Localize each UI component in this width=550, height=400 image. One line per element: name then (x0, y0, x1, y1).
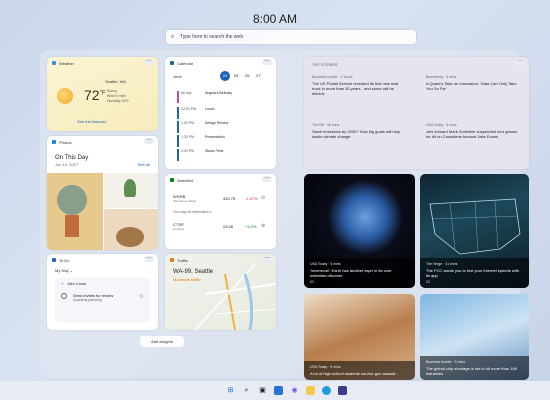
temperature: 72°F (84, 87, 106, 103)
widget-title: To Do (59, 258, 70, 263)
more-options-button[interactable]: … (144, 57, 154, 65)
news-card[interactable]: USA Today · 5 mins A lot of high school s… (304, 294, 415, 380)
calendar-days: 24 25 26 27 (220, 71, 263, 81)
weather-widget[interactable]: Weather … Seattle, WA 72°F Sunny Wind 5 mp… (47, 57, 158, 131)
start-icon[interactable]: ⊞ (226, 386, 235, 395)
traffic-location: WA-99, Seattle (173, 269, 214, 275)
story-item[interactable]: Business Insider · 2 hours The US Postal … (312, 75, 407, 96)
news-card[interactable]: The Verge · 41 mins The FCC wants you to … (420, 174, 529, 288)
reactions-count: 63 (310, 280, 314, 284)
search-icon: ⌕ (171, 34, 175, 40)
more-options-button[interactable]: … (144, 254, 154, 262)
photos-date: Jun 14, 2017 (55, 162, 79, 167)
task-list: + Add a task Send invites for review Quar… (55, 278, 150, 322)
file-explorer-icon[interactable] (306, 386, 315, 395)
sun-icon (57, 88, 73, 104)
weather-detail: Sunny Wind 5 mph Humidity 42% (107, 89, 129, 103)
more-options-button[interactable]: … (262, 254, 272, 262)
more-options-button[interactable]: … (144, 136, 154, 144)
todo-widget[interactable]: To Do … My Day ⌄ + Add a task Send invites… (47, 254, 158, 330)
chat-icon[interactable]: ◉ (290, 386, 299, 395)
photos-widget[interactable]: Photos … On This Day Jun 14, 2017 See all (47, 136, 158, 250)
story-item[interactable]: Bloomberg · 3 mins A Quant's Take on Inno… (426, 75, 521, 91)
weather-icon (52, 61, 56, 65)
calendar-event[interactable]: 1:00 PM Design Review (177, 121, 267, 135)
day[interactable]: 27 (253, 73, 263, 78)
search-icon[interactable]: ⌕ (242, 386, 251, 395)
store-icon[interactable] (338, 386, 347, 395)
traffic-status: Moderate traffic (173, 277, 201, 282)
search-placeholder: Type here to search the web (180, 34, 244, 40)
calendar-month: June (173, 74, 182, 79)
add-task-button[interactable]: + Add a task (61, 281, 86, 286)
star-icon[interactable]: ☆ (139, 293, 144, 300)
photo-thumbnail[interactable] (47, 173, 103, 250)
reactions-count: 22 (426, 280, 430, 284)
news-card[interactable]: Business Insider · 9 mins The global chip… (420, 294, 529, 380)
more-options-button[interactable]: … (515, 57, 525, 65)
day[interactable]: 25 (231, 73, 241, 78)
stock-row[interactable]: CTSP Contoso 23.08 +3.2% ⊕ (173, 222, 269, 232)
widget-title: Traffic (177, 258, 188, 263)
widget-title: Weather (59, 61, 75, 66)
calendar-widget[interactable]: Calendar … June 24 25 26 27 All day Angela… (165, 57, 276, 169)
widgets-icon[interactable] (274, 386, 283, 395)
task-checkbox[interactable] (61, 293, 67, 299)
full-forecast-link[interactable]: See full forecast (77, 119, 106, 124)
more-options-button[interactable]: … (262, 174, 272, 182)
traffic-icon (170, 258, 174, 262)
add-widgets-button[interactable]: Add widgets (140, 336, 184, 347)
calendar-icon (170, 61, 174, 65)
traffic-map[interactable] (165, 254, 276, 330)
day-selected[interactable]: 24 (220, 71, 230, 81)
see-all-link[interactable]: See all (138, 162, 150, 167)
widget-title: Photos (59, 140, 72, 145)
story-item[interactable]: USA Today · 5 mins Jets forward Mark Sche… (426, 123, 521, 139)
task-subtitle: Quarterly planning (73, 298, 102, 302)
day[interactable]: 26 (242, 73, 252, 78)
list-selector[interactable]: My Day ⌄ (55, 268, 73, 273)
widget-title: Watchlist (177, 178, 194, 183)
calendar-event[interactable]: 1:30 PM Presentation (177, 135, 267, 149)
more-options-button[interactable]: … (262, 57, 272, 65)
weather-location: Seattle, WA (105, 79, 126, 84)
plus-icon: + (61, 281, 64, 286)
watchlist-widget[interactable]: Watchlist … WGRB Woodgrove Bank 432.75 -1.6… (165, 174, 276, 249)
photo-thumbnail[interactable] (104, 173, 158, 208)
photos-heading: On This Day (55, 155, 89, 161)
task-view-icon[interactable]: ▣ (258, 386, 267, 395)
photo-thumbnail[interactable] (104, 209, 158, 250)
taskbar: ⊞ ⌕ ▣ ◉ (0, 381, 550, 400)
todo-icon (52, 258, 56, 262)
add-icon: ⊕ (261, 223, 266, 229)
top-stories-label: TOP STORIES (312, 63, 338, 67)
photos-icon (52, 140, 56, 144)
calendar-event[interactable]: 3:00 PM Studio Time (177, 149, 267, 163)
calendar-event[interactable]: All day Angela's Birthday (177, 91, 267, 105)
story-item[interactable]: The Hill · 18 mins Slash emissions by 203… (312, 123, 407, 139)
top-stories-widget[interactable]: TOP STORIES … Business Insider · 2 hours… (304, 57, 529, 169)
widget-title: Calendar (177, 61, 194, 66)
calendar-event[interactable]: 12:00 PM Lunch (177, 107, 267, 121)
stock-row[interactable]: WGRB Woodgrove Bank 432.75 -1.67% ⊝ (173, 194, 269, 204)
remove-icon: ⊝ (261, 195, 266, 201)
edge-icon[interactable] (322, 386, 331, 395)
search-input[interactable]: ⌕ Type here to search the web (166, 30, 416, 44)
traffic-widget[interactable]: Traffic … WA-99, Seattle Moderate traffic (165, 254, 276, 330)
suggestion-label: You may be interested in (173, 210, 212, 214)
news-card[interactable]: USA Today · 5 mins 'Innermost': Earth has… (304, 174, 415, 288)
clock: 8:00 AM (252, 12, 298, 26)
chart-icon (170, 178, 174, 182)
